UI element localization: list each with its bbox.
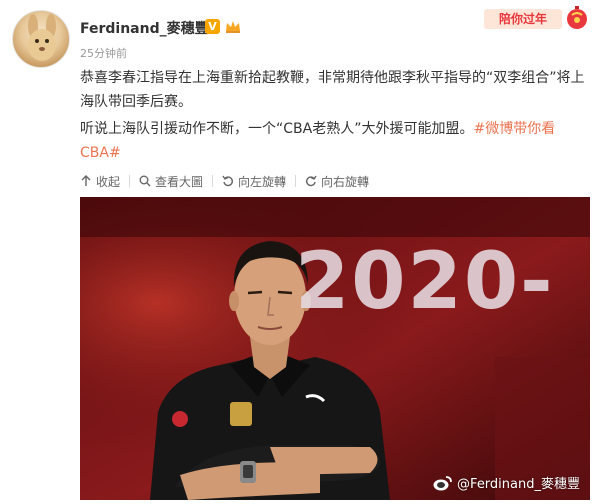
post-paragraph-1: 恭喜李春江指导在上海重新拾起教鞭，非常期待他跟李秋平指导的“双李组合”将上海队带… xyxy=(80,70,585,110)
magnify-icon xyxy=(139,175,151,187)
weibo-logo-icon xyxy=(433,475,452,490)
post-text: 恭喜李春江指导在上海重新拾起教鞭，非常期待他跟李秋平指导的“双李组合”将上海队带… xyxy=(80,66,590,168)
post-paragraph-2: 听说上海队引援动作不断，一个“CBA老熟人”大外援可能加盟。#微博带你看CBA# xyxy=(80,117,590,165)
toolbar-divider xyxy=(212,175,214,187)
avatar[interactable] xyxy=(12,10,70,68)
post-timestamp[interactable]: 25分钟前 xyxy=(80,45,127,61)
promo-label: 陪你过年 xyxy=(484,9,562,29)
username[interactable]: Ferdinand_麥穗豐 xyxy=(80,18,209,38)
rotate-right-icon xyxy=(306,175,317,187)
backdrop-year-text: 2020- xyxy=(295,237,555,327)
toolbar-divider xyxy=(129,175,131,187)
rotate-left-button[interactable]: 向左旋轉 xyxy=(222,173,286,190)
member-crown-icon xyxy=(224,19,242,34)
verified-badge-icon: V xyxy=(205,19,220,34)
view-large-label: 查看大圖 xyxy=(155,174,204,189)
rotate-right-button[interactable]: 向右旋轉 xyxy=(305,173,369,190)
new-year-promo[interactable]: 陪你过年 xyxy=(484,4,592,32)
post-paragraph-2-text: 听说上海队引援动作不断，一个“CBA老熟人”大外援可能加盟。 xyxy=(80,121,474,137)
collapse-icon xyxy=(81,175,91,186)
watermark-text: @Ferdinand_麥穗豐 xyxy=(457,477,580,492)
rotate-right-label: 向右旋轉 xyxy=(321,174,370,189)
lantern-icon xyxy=(564,5,590,31)
view-large-button[interactable]: 查看大圖 xyxy=(139,173,203,190)
collapse-button[interactable]: 收起 xyxy=(80,173,120,190)
rotate-left-label: 向左旋轉 xyxy=(238,174,287,189)
image-toolbar: 收起 查看大圖 向左旋轉 向右旋轉 xyxy=(80,172,369,190)
rotate-left-icon xyxy=(222,175,234,187)
collapse-label: 收起 xyxy=(96,174,121,189)
post-photo[interactable]: 2020- @Ferdinand_麥穗豐 xyxy=(80,197,590,500)
toolbar-divider xyxy=(295,175,297,187)
weibo-post: Ferdinand_麥穗豐 V 25分钟前 陪你过年 恭喜李春江指导在上海重新拾… xyxy=(0,0,600,504)
photo-watermark: @Ferdinand_麥穗豐 xyxy=(433,473,580,492)
